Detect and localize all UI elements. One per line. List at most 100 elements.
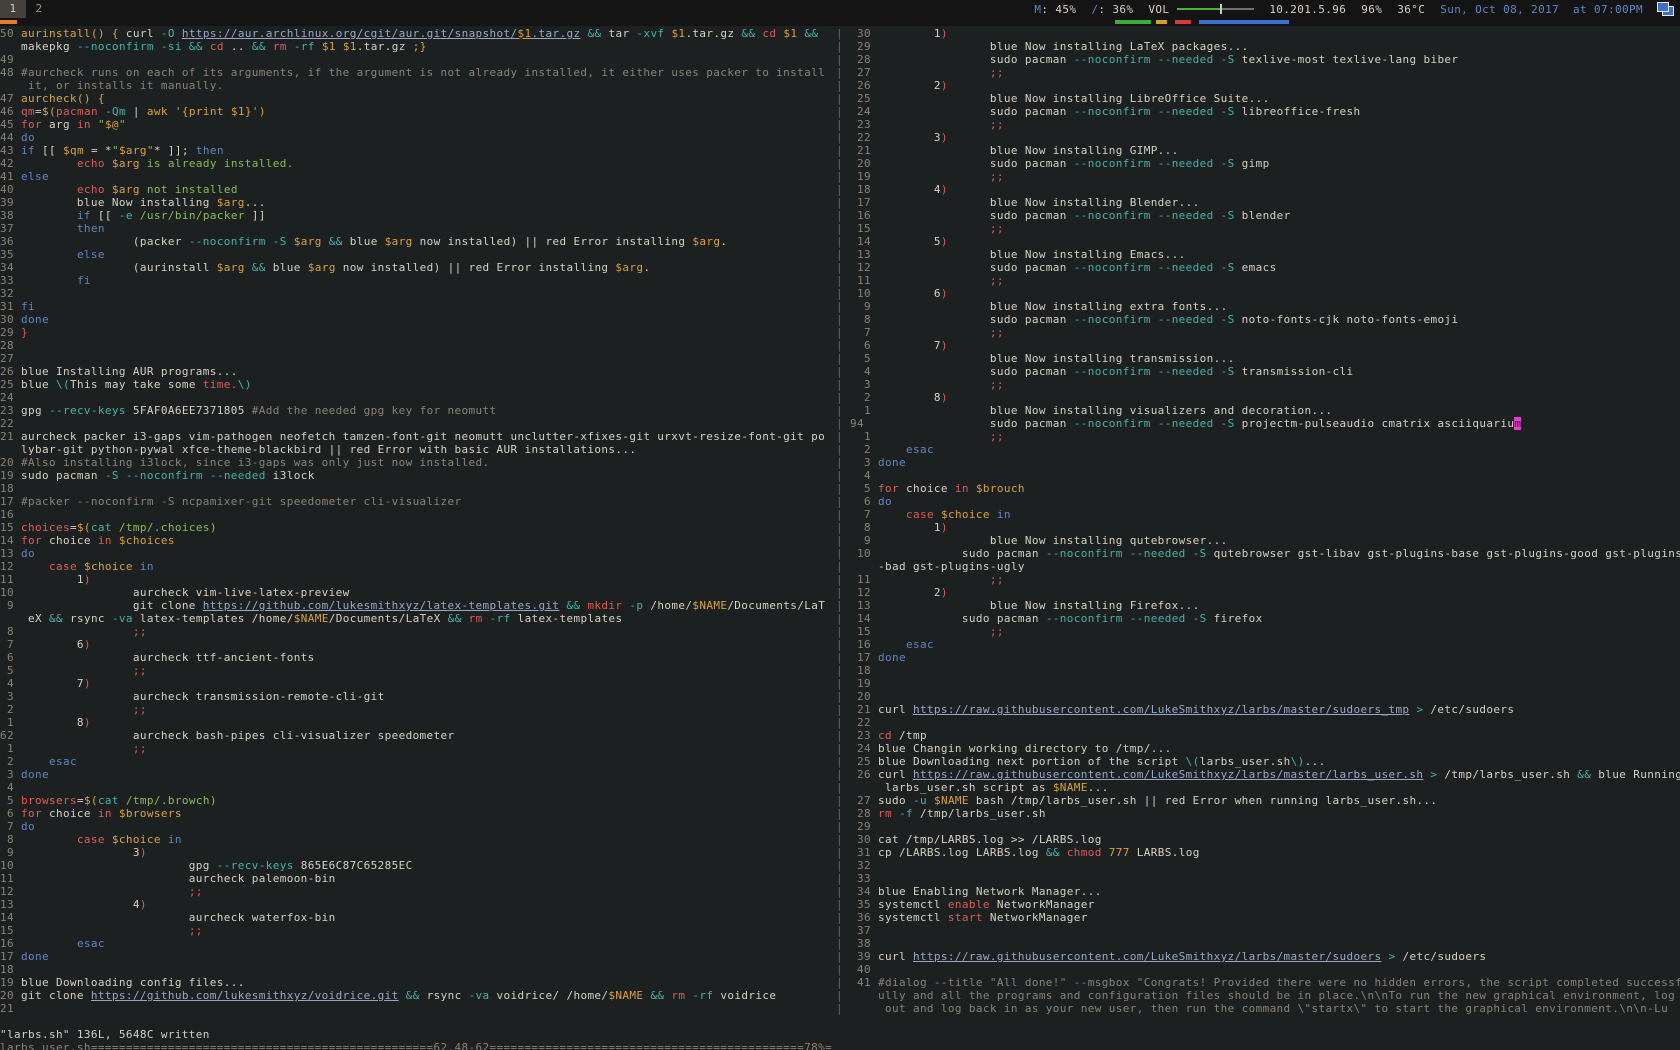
code-row: 14 sudo pacman --noconfirm --needed -S f… (850, 612, 1680, 625)
code-row: 34 (aurinstall $arg && blue $arg now ins… (0, 261, 833, 274)
workspace-tag-2[interactable]: 2 (26, 0, 52, 18)
code-row: 5 ;; (0, 664, 833, 677)
editor-pane-left[interactable]: 50 aurinstall() { curl -O https://aur.ar… (0, 27, 833, 1015)
code-row: 30 cat /tmp/LARBS.log >> /LARBS.log (850, 833, 1680, 846)
split-separator[interactable]: ||||||||||||||||||||||||||||||||||||||||… (836, 27, 844, 1015)
code-row: 5 browsers=$(cat /tmp/.browch) (0, 794, 833, 807)
code-row: 28 rm -f /tmp/larbs_user.sh (850, 807, 1680, 820)
code-row: 17 done (850, 651, 1680, 664)
code-row: 4 7) (0, 677, 833, 690)
code-row: 26 blue Installing AUR programs... (0, 365, 833, 378)
meter-bar (1175, 20, 1191, 24)
code-row: 48 #aurcheck runs on each of its argumen… (0, 66, 833, 79)
code-row: 14 aurcheck waterfox-bin (0, 911, 833, 924)
code-row: 8 sudo pacman --noconfirm --needed -S no… (850, 313, 1680, 326)
code-row: 32 (0, 287, 833, 300)
editor-pane-right[interactable]: 30 1) 29 blue Now installing LaTeX packa… (850, 27, 1680, 1015)
code-row: 31 fi (0, 300, 833, 313)
code-row: 2 8) (850, 391, 1680, 404)
code-row: 50 aurinstall() { curl -O https://aur.ar… (0, 27, 833, 40)
code-row: 3 done (0, 768, 833, 781)
code-row: 3 done (850, 456, 1680, 469)
code-row: 43 if [[ $qm = *"$arg"* ]]; then (0, 144, 833, 157)
code-row: 9 3) (0, 846, 833, 859)
code-row: 94 sudo pacman --noconfirm --needed -S p… (850, 417, 1680, 430)
code-row: 1 ;; (850, 430, 1680, 443)
code-row: 36 (packer --noconfirm -S $arg && blue $… (0, 235, 833, 248)
command-line: "larbs.sh" 136L, 5648C written (0, 1028, 210, 1041)
code-row: 16 esac (850, 638, 1680, 651)
code-row: 9 blue Now installing qutebrowser... (850, 534, 1680, 547)
code-row: 2 esac (850, 443, 1680, 456)
code-row: 22 (0, 417, 833, 430)
temperature: 36°C (1397, 3, 1425, 16)
code-row: 26 curl https://raw.githubusercontent.co… (850, 768, 1680, 781)
code-row: 2 esac (0, 755, 833, 768)
code-row: 22 (850, 716, 1680, 729)
code-row: 2 ;; (0, 703, 833, 716)
code-row: 30 1) (850, 27, 1680, 40)
volume-slider[interactable] (1177, 0, 1254, 18)
code-row: 20 git clone https://github.com/lukesmit… (0, 989, 833, 1002)
meter-bar (1199, 20, 1289, 24)
code-row: 12 sudo pacman --noconfirm --needed -S e… (850, 261, 1680, 274)
code-row: 6 do (850, 495, 1680, 508)
code-row: 15 ;; (850, 625, 1680, 638)
code-row: 1 blue Now installing visualizers and de… (850, 404, 1680, 417)
code-row: 25 blue Now installing LibreOffice Suite… (850, 92, 1680, 105)
memory-value: : 45% (1041, 3, 1076, 16)
memory-icon: M (1034, 3, 1041, 16)
meter-bar (0, 20, 17, 24)
code-row: 23 ;; (850, 118, 1680, 131)
code-row: 19 blue Downloading config files... (0, 976, 833, 989)
code-row: 18 (0, 482, 833, 495)
window-tray-icon[interactable] (1657, 2, 1674, 16)
code-row: 10 sudo pacman --noconfirm --needed -S q… (850, 547, 1680, 560)
code-row: 22 3) (850, 131, 1680, 144)
code-row: 7 case $choice in (850, 508, 1680, 521)
code-row: 39 curl https://raw.githubusercontent.co… (850, 950, 1680, 963)
cursor: m (1514, 417, 1521, 430)
code-row: makepkg --noconfirm -si && cd .. && rm -… (0, 40, 833, 53)
code-row: 27 (0, 352, 833, 365)
ip-address: 10.201.5.96 (1269, 3, 1346, 16)
code-row: 4 (0, 781, 833, 794)
code-row: 12 2) (850, 586, 1680, 599)
code-row: 20 (850, 690, 1680, 703)
code-row: 40 echo $arg not installed (0, 183, 833, 196)
code-row: 5 for choice in $brouch (850, 482, 1680, 495)
code-row: 17 blue Now installing Blender... (850, 196, 1680, 209)
code-row: 5 blue Now installing transmission... (850, 352, 1680, 365)
code-row: 25 blue Downloading next portion of the … (850, 755, 1680, 768)
code-row: 40 (850, 963, 1680, 976)
code-row: 12 case $choice in (0, 560, 833, 573)
code-row: 1 8) (0, 716, 833, 729)
code-row: -bad gst-plugins-ugly (850, 560, 1680, 573)
code-row: 11 ;; (850, 274, 1680, 287)
code-row: 8 1) (850, 521, 1680, 534)
code-row: 21 aurcheck packer i3-gaps vim-pathogen … (0, 430, 833, 443)
terminal-screen: 1 2 M: 45% /: 36% VOL 10.201.5.96 96% 36… (0, 0, 1680, 1050)
workspace-tag-1[interactable]: 1 (0, 0, 26, 18)
vim-editor: 50 aurinstall() { curl -O https://aur.ar… (0, 26, 1680, 1050)
code-row: 1 ;; (0, 742, 833, 755)
code-row: 41 #dialog --title "All done!" --msgbox … (850, 976, 1680, 989)
code-row: 27 ;; (850, 66, 1680, 79)
code-row: 6 aurcheck ttf-ancient-fonts (0, 651, 833, 664)
meter-bar (1156, 20, 1167, 24)
code-row: 13 do (0, 547, 833, 560)
code-row: 33 fi (0, 274, 833, 287)
code-row: 26 2) (850, 79, 1680, 92)
code-row: 23 gpg --recv-keys 5FAF0A6EE7371805 #Add… (0, 404, 833, 417)
code-row: 35 else (0, 248, 833, 261)
code-row: 44 do (0, 131, 833, 144)
code-row: 29 blue Now installing LaTeX packages... (850, 40, 1680, 53)
code-row: 3 ;; (850, 378, 1680, 391)
disk-value: : 36% (1098, 3, 1133, 16)
code-row: 20 sudo pacman --noconfirm --needed -S g… (850, 157, 1680, 170)
code-row: out and log back in as your new user, th… (850, 1002, 1680, 1015)
code-row: 4 sudo pacman --noconfirm --needed -S tr… (850, 365, 1680, 378)
code-row: 16 sudo pacman --noconfirm --needed -S b… (850, 209, 1680, 222)
code-row: 36 systemctl start NetworkManager (850, 911, 1680, 924)
code-row: 28 (0, 339, 833, 352)
